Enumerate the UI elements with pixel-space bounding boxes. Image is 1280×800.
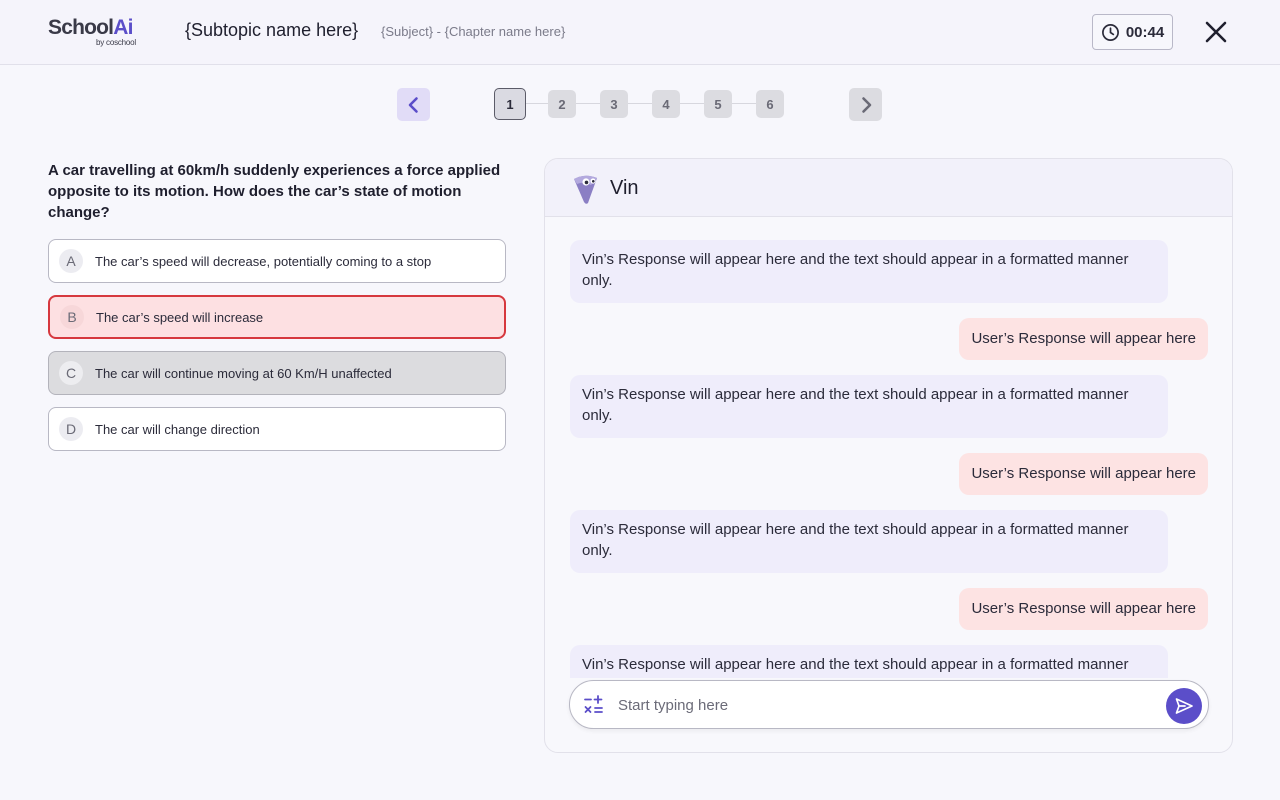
option-letter: B	[60, 305, 84, 329]
next-question-button[interactable]	[849, 88, 882, 121]
bot-message: Vin’s Response will appear here and the …	[570, 375, 1168, 438]
send-icon	[1175, 698, 1193, 714]
page-button-6[interactable]: 6	[756, 90, 784, 118]
breadcrumb: {Subject} - {Chapter name here}	[381, 24, 566, 39]
bot-message: Vin’s Response will appear here and the …	[570, 645, 1168, 678]
send-button[interactable]	[1166, 688, 1202, 724]
page-button-2[interactable]: 2	[548, 90, 576, 118]
timer-badge: 00:44	[1092, 14, 1173, 50]
option-text: The car will continue moving at 60 Km/H …	[95, 365, 392, 381]
option-c[interactable]: C The car will continue moving at 60 Km/…	[48, 351, 506, 395]
option-letter: A	[59, 249, 83, 273]
chat-messages: Vin’s Response will appear here and the …	[545, 218, 1232, 678]
option-text: The car will change direction	[95, 421, 260, 437]
option-d[interactable]: D The car will change direction	[48, 407, 506, 451]
bot-name: Vin	[610, 177, 639, 199]
chat-input-bar	[569, 680, 1209, 729]
top-header: SchoolAi by coschool {Subtopic name here…	[0, 0, 1280, 65]
page-title: {Subtopic name here}	[185, 20, 359, 40]
previous-question-button[interactable]	[397, 88, 430, 121]
option-text: The car’s speed will increase	[96, 309, 264, 325]
page-button-3[interactable]: 3	[600, 90, 628, 118]
option-text: The car’s speed will decrease, potential…	[95, 253, 432, 269]
logo-subtext: by coschool	[95, 38, 136, 47]
chevron-right-icon	[861, 96, 871, 113]
user-message: User’s Response will appear here	[959, 453, 1208, 495]
question-text: A car travelling at 60km/h suddenly expe…	[48, 162, 501, 221]
user-message: User’s Response will appear here	[959, 588, 1208, 630]
chat-panel: Vin Vin’s Response will appear here and …	[544, 158, 1233, 753]
math-operators-icon[interactable]	[583, 694, 605, 716]
chat-input[interactable]	[618, 693, 1148, 717]
option-letter: C	[59, 361, 83, 385]
chat-header: Vin	[545, 159, 1232, 217]
option-a[interactable]: A The car’s speed will decrease, potenti…	[48, 239, 506, 283]
vin-mascot-icon	[574, 175, 597, 204]
page-button-4[interactable]: 4	[652, 90, 680, 118]
timer-value: 00:44	[1125, 23, 1165, 41]
logo-text: School	[48, 16, 114, 39]
bot-message: Vin’s Response will appear here and the …	[570, 510, 1168, 573]
logo-accent-text: Ai	[113, 16, 133, 39]
clock-icon	[1101, 23, 1119, 41]
chevron-left-icon	[408, 96, 418, 113]
page-button-5[interactable]: 5	[704, 90, 732, 118]
user-message: User’s Response will appear here	[959, 318, 1208, 360]
page-button-1[interactable]: 1	[494, 88, 526, 120]
bot-message: Vin’s Response will appear here and the …	[570, 240, 1168, 303]
schoolai-logo: SchoolAi by coschool	[48, 16, 140, 50]
option-letter: D	[59, 417, 83, 441]
option-b[interactable]: B The car’s speed will increase	[48, 295, 506, 339]
close-icon[interactable]	[1203, 19, 1229, 45]
